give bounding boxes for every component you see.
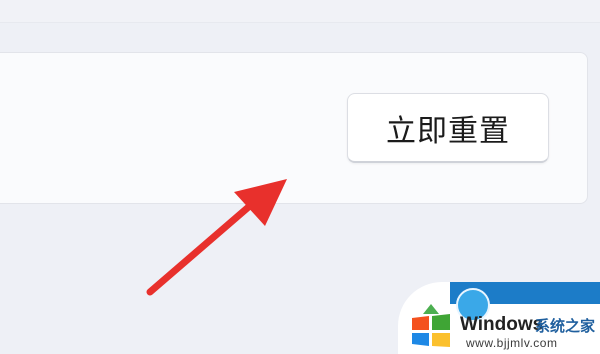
reset-now-button[interactable]: 立即重置 — [347, 93, 549, 163]
header-divider — [0, 22, 600, 23]
top-header-area — [0, 0, 600, 22]
watermark-site-name: 系统之家 — [535, 317, 596, 335]
watermark-url: www.bjjmlv.com — [466, 336, 558, 350]
site-watermark: Windows 系统之家 www.bjjmlv.com — [398, 282, 600, 354]
watermark-brand: Windows — [460, 314, 544, 335]
windows-logo-icon — [412, 304, 450, 347]
reset-now-button-label: 立即重置 — [386, 113, 510, 149]
